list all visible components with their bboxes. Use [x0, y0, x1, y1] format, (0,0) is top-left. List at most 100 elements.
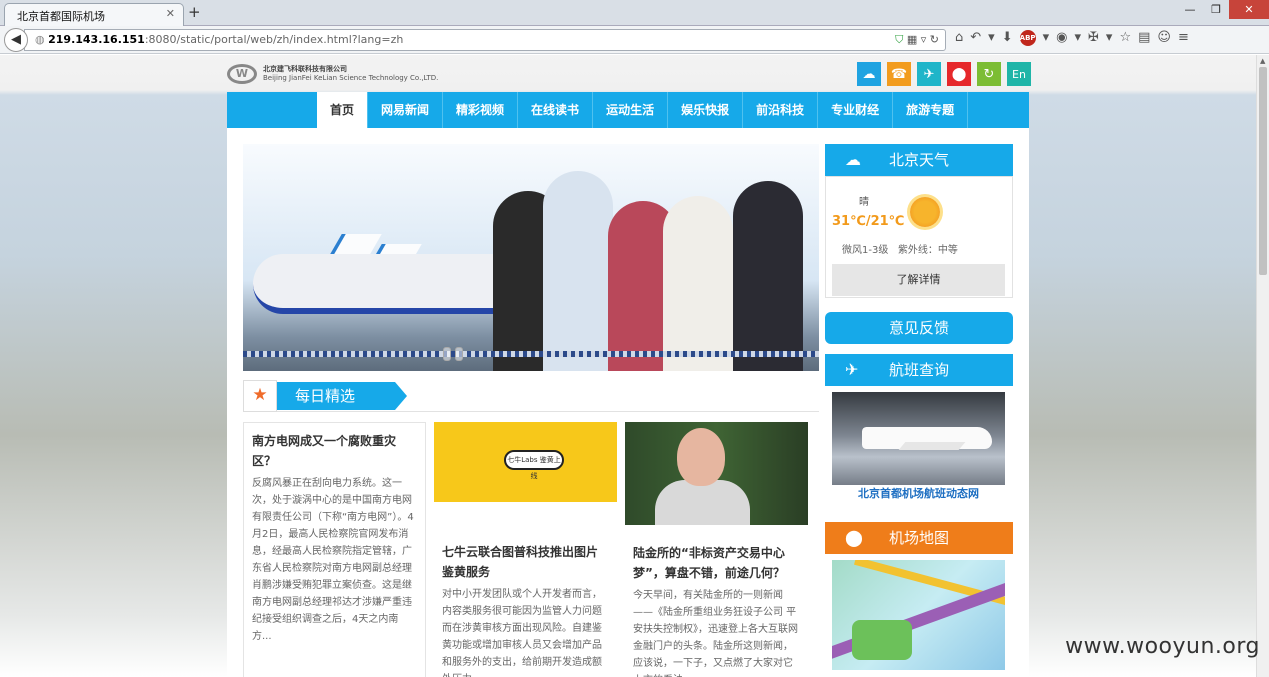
article-card[interactable]: 陆金所的“非标资产交易中心梦”，算盘不错，前途几何？ 今天早间，有关陆金所的一则… — [625, 422, 808, 677]
reading-list-icon[interactable]: ▤ — [1138, 30, 1150, 46]
article-card[interactable]: 南方电网成又一个腐败重灾区？ 反腐风暴正在刮向电力系统。这一次，处于漩涡中心的是… — [243, 422, 426, 677]
new-tab-button[interactable]: + — [188, 3, 201, 21]
refresh-icon[interactable]: ↻ — [977, 62, 1001, 86]
globe-icon: ◍ — [35, 33, 49, 46]
close-tab-icon[interactable]: ✕ — [166, 7, 175, 20]
map-panel: ⬤ 机场地图 — [825, 522, 1013, 554]
chat-icon[interactable]: ☺ — [1157, 30, 1171, 46]
scrollbar[interactable]: ▲ — [1256, 55, 1269, 677]
weather-title: 北京天气 — [888, 151, 949, 169]
feedback-button[interactable]: 意见反馈 — [825, 312, 1013, 344]
url-bar-icons: ⛉ ▦ ▿ ↻ — [895, 30, 939, 50]
phone-icon[interactable]: ☎ — [887, 62, 911, 86]
extension-icon[interactable]: ◉ — [1056, 30, 1067, 46]
shield-icon[interactable]: ⛉ — [895, 33, 903, 46]
nav-item-reading[interactable]: 在线读书 — [518, 92, 594, 128]
map-title: 机场地图 — [888, 529, 949, 547]
star-icon: ★ — [243, 380, 277, 412]
bookmark-star-icon[interactable]: ☆ — [1119, 30, 1131, 46]
staff-person — [733, 181, 803, 371]
hero-banner[interactable] — [243, 144, 819, 371]
site-logo[interactable]: W 北京建飞科联科技有限公司 Beijing JianFei KeLian Sc… — [227, 64, 438, 84]
toolbar-icons: ⌂ ↶ ▾ ⬇ ABP ▾ ◉ ▾ ✠ ▾ ☆ ▤ ☺ ≡ — [955, 30, 1189, 46]
section-title: 每日精选 — [277, 382, 395, 410]
download-icon[interactable]: ⬇ — [1002, 30, 1013, 46]
window-close-button[interactable]: ✕ — [1229, 0, 1269, 19]
plane-icon[interactable]: ✈ — [917, 62, 941, 86]
minimize-button[interactable]: — — [1177, 0, 1203, 19]
plane-icon: ✈ — [845, 360, 859, 379]
article-summary: 对中小开发团队或个人开发者而言，内容类服务很可能因为监管人力问题而在涉黄审核方面… — [442, 589, 602, 677]
sun-icon — [910, 197, 940, 227]
nav-item-finance[interactable]: 专业财经 — [818, 92, 894, 128]
pager-dot[interactable] — [455, 347, 463, 361]
chevron-down-icon[interactable]: ▾ — [1043, 30, 1050, 46]
qr-icon[interactable]: ▦ — [907, 33, 917, 46]
logo-icon: W — [227, 64, 257, 84]
article-card[interactable]: 七牛Labs 鉴黄上线 七牛云联合图普科技推出图片鉴黄服务 对中小开发团队或个人… — [434, 422, 617, 677]
undo-icon[interactable]: ↶ — [970, 30, 981, 46]
daily-picks-header: ★ 每日精选 — [243, 380, 819, 412]
browser-tab-bar: 北京首都国际机场 ✕ + — ❐ ✕ — [0, 0, 1269, 26]
nav-item-home[interactable]: 首页 — [317, 92, 369, 128]
restore-button[interactable]: ❐ — [1203, 0, 1229, 19]
adblock-icon[interactable]: ABP — [1019, 30, 1036, 46]
nav-item-news[interactable]: 网易新闻 — [368, 92, 444, 128]
company-name-zh: 北京建飞科联科技有限公司 — [263, 65, 347, 73]
nav-item-sports[interactable]: 运动生活 — [593, 92, 669, 128]
airport-map-image[interactable] — [832, 560, 1005, 670]
english-icon[interactable]: En — [1007, 62, 1031, 86]
chevron-down-icon[interactable]: ▾ — [1074, 30, 1081, 46]
article-summary: 今天早间，有关陆金所的一则新闻——《陆金所重组业务狂设子公司 平安扶失控制权》，… — [633, 590, 798, 677]
browser-toolbar: ◍ 219.143.16.151:8080/static/portal/web/… — [0, 26, 1269, 54]
cloud-icon[interactable]: ☁ — [857, 62, 881, 86]
scrollbar-thumb[interactable] — [1259, 67, 1267, 275]
reload-icon[interactable]: ↻ — [930, 33, 939, 46]
tab-title: 北京首都国际机场 — [17, 10, 105, 23]
nav-item-tech[interactable]: 前沿科技 — [743, 92, 819, 128]
scroll-up-icon[interactable]: ▲ — [1260, 57, 1265, 65]
nav-item-travel[interactable]: 旅游专题 — [893, 92, 969, 128]
location-icon: ⬤ — [845, 528, 863, 547]
home-icon[interactable]: ⌂ — [955, 30, 963, 46]
article-title[interactable]: 陆金所的“非标资产交易中心梦”，算盘不错，前途几何？ — [633, 543, 800, 583]
weather-panel-head: ☁ 北京天气 — [825, 144, 1013, 176]
uv-text: 紫外线：中等 — [897, 245, 958, 256]
article-title[interactable]: 南方电网成又一个腐败重灾区？ — [252, 431, 417, 471]
banner-stripe — [243, 351, 819, 357]
address-bar[interactable]: ◍ 219.143.16.151:8080/static/portal/web/… — [24, 29, 946, 51]
image-badge: 七牛Labs 鉴黄上线 — [504, 450, 564, 480]
flight-header[interactable]: ✈ 航班查询 — [825, 354, 1013, 386]
url-host: 219.143.16.151 — [48, 33, 145, 46]
flight-panel: ✈ 航班查询 — [825, 354, 1013, 386]
weather-wind: 微风1-3级 紫外线：中等 — [842, 241, 958, 256]
location-icon[interactable]: ⬤ — [947, 62, 971, 86]
quick-links: ☁ ☎ ✈ ⬤ ↻ En — [857, 62, 1031, 86]
wing-shape — [898, 442, 966, 450]
menu-icon[interactable]: ≡ — [1178, 30, 1189, 46]
weather-details-button[interactable]: 了解详情 — [832, 264, 1005, 296]
weather-widget: 晴 31℃/21℃ 微风1-3级 紫外线：中等 了解详情 — [825, 176, 1013, 298]
main-nav: 首页 网易新闻 精彩视频 在线读书 运动生活 娱乐快报 前沿科技 专业财经 旅游… — [227, 92, 1029, 128]
chevron-down-icon[interactable]: ▾ — [988, 30, 995, 46]
portrait-suit — [655, 480, 750, 525]
article-image[interactable] — [625, 422, 808, 525]
browser-tab[interactable]: 北京首都国际机场 ✕ — [4, 3, 184, 26]
article-title[interactable]: 七牛云联合图普科技推出图片鉴黄服务 — [442, 542, 609, 582]
flight-image[interactable] — [832, 392, 1005, 500]
map-area — [852, 620, 912, 660]
main-content: 首页 网易新闻 精彩视频 在线读书 运动生活 娱乐快报 前沿科技 专业财经 旅游… — [227, 92, 1029, 677]
dropdown-icon[interactable]: ▿ — [921, 33, 927, 46]
article-image[interactable]: 七牛Labs 鉴黄上线 — [434, 422, 617, 502]
chevron-down-icon[interactable]: ▾ — [1106, 30, 1113, 46]
staff-person — [543, 171, 613, 371]
back-button[interactable]: ◀ — [4, 28, 28, 52]
flight-caption[interactable]: 北京首都机场航班动态网 — [832, 485, 1005, 504]
company-name-en: Beijing JianFei KeLian Science Technolog… — [263, 74, 439, 82]
nav-item-video[interactable]: 精彩视频 — [443, 92, 519, 128]
pager-dot[interactable] — [443, 347, 451, 361]
weather-header: ☁ 北京天气 — [825, 144, 1013, 176]
nav-item-entertainment[interactable]: 娱乐快报 — [668, 92, 744, 128]
crosshair-icon[interactable]: ✠ — [1088, 30, 1099, 46]
map-header[interactable]: ⬤ 机场地图 — [825, 522, 1013, 554]
